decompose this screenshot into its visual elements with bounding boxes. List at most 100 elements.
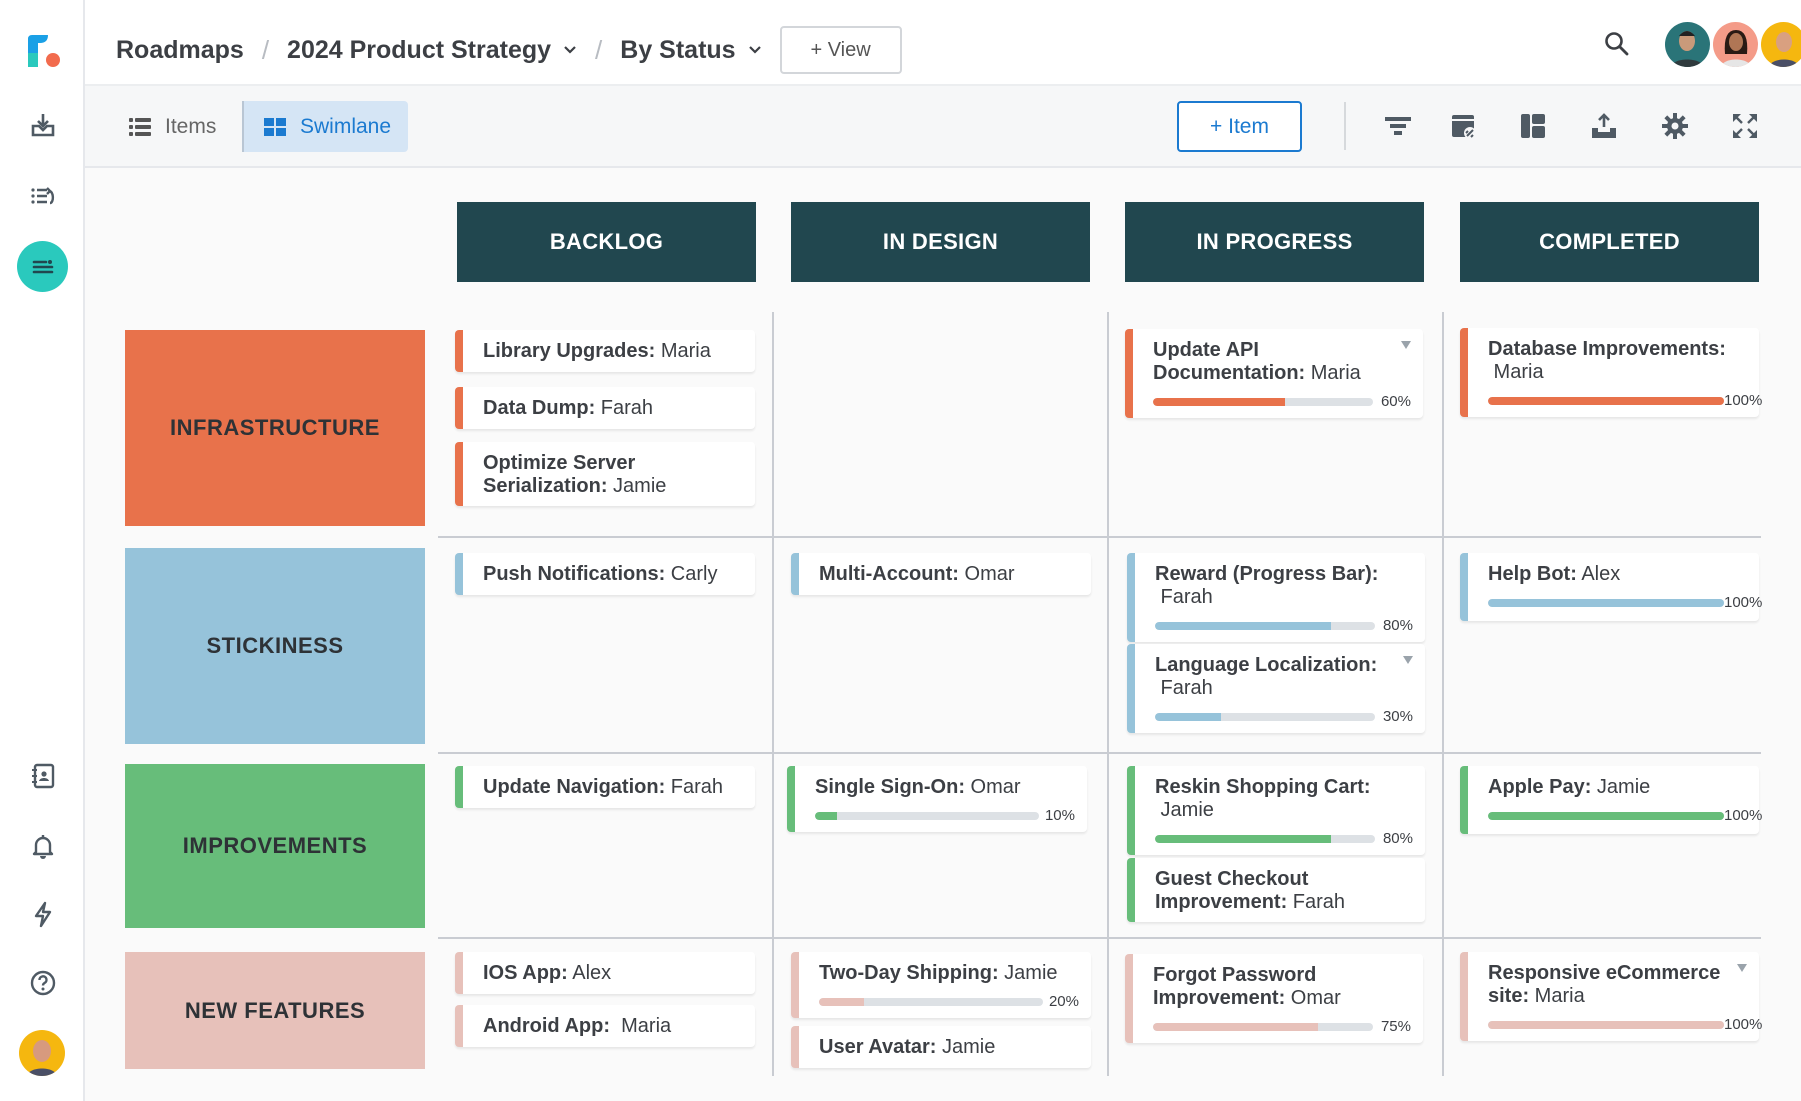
progress-bar-fill <box>1155 835 1331 843</box>
app-logo[interactable] <box>26 33 62 69</box>
roadmap-item-card[interactable]: Database Improvements: Maria100% <box>1460 328 1759 417</box>
card-dropdown-caret-icon[interactable] <box>1403 656 1413 664</box>
card-title: Guest Checkout Improvement: Farah <box>1155 868 1413 914</box>
card-title: User Avatar: Jamie <box>819 1036 1079 1059</box>
collaborators: + <box>1665 22 1801 67</box>
roadmap-item-card[interactable]: Single Sign-On: Omar 10% <box>787 766 1087 832</box>
collaborator-avatar[interactable] <box>1713 22 1758 67</box>
progress-row: 100% <box>1488 807 1747 824</box>
card-item-name: User Avatar: <box>819 1036 936 1058</box>
card-item-name: Reward (Progress Bar): <box>1155 563 1378 585</box>
user-avatar[interactable] <box>19 1030 65 1076</box>
roadmap-item-card[interactable]: IOS App: Alex <box>455 952 755 994</box>
card-owner: Jamie <box>1591 776 1650 798</box>
add-view-button[interactable]: + View <box>780 26 902 74</box>
card-title: Data Dump: Farah <box>483 397 743 420</box>
card-title: Database Improvements: Maria <box>1488 338 1747 384</box>
card-item-name: Update API Documentation: <box>1153 339 1305 384</box>
card-item-name: Database Improvements: <box>1488 338 1726 360</box>
row-divider <box>438 937 1761 939</box>
roadmap-item-card[interactable]: Forgot Password Improvement: Omar 75% <box>1125 954 1423 1043</box>
roadmap-item-card[interactable]: Two-Day Shipping: Jamie20% <box>791 952 1091 1018</box>
card-owner: Farah <box>1155 677 1213 699</box>
progress-percent: 75% <box>1381 1018 1411 1035</box>
roadmap-item-card[interactable]: Update API Documentation: Maria 60% <box>1125 329 1423 418</box>
roadmap-icon[interactable] <box>17 241 68 292</box>
roadmap-item-card[interactable]: Update Navigation: Farah <box>455 766 755 808</box>
roadmap-item-card[interactable]: Push Notifications: Carly <box>455 553 755 595</box>
tab-items[interactable]: Items <box>129 101 216 152</box>
list-icon <box>129 117 151 137</box>
card-item-name: IOS App: <box>483 962 568 984</box>
roadmap-item-card[interactable]: User Avatar: Jamie <box>791 1026 1091 1068</box>
lane-new-features: NEW FEATURES <box>125 952 425 1069</box>
roadmap-item-card[interactable]: Reskin Shopping Cart: Jamie80% <box>1127 766 1425 855</box>
card-title: Optimize Server Serialization: Jamie <box>483 452 743 498</box>
card-owner: Jamie <box>1155 799 1214 821</box>
filter-icon[interactable] <box>1382 110 1414 142</box>
roadmap-item-card[interactable]: Apple Pay: Jamie 100% <box>1460 766 1759 834</box>
progress-row: 10% <box>815 807 1075 824</box>
search-icon[interactable] <box>1603 30 1631 58</box>
tab-swimlane[interactable]: Swimlane <box>242 101 408 152</box>
card-dropdown-caret-icon[interactable] <box>1737 964 1747 972</box>
contacts-icon[interactable] <box>22 755 64 797</box>
card-item-name: Language Localization: <box>1155 654 1377 676</box>
linked-calendar-icon[interactable] <box>1448 110 1480 142</box>
card-item-name: Apple Pay: <box>1488 776 1591 798</box>
roadmap-item-card[interactable]: Language Localization: Farah30% <box>1127 644 1425 733</box>
roadmap-item-card[interactable]: Optimize Server Serialization: Jamie <box>455 442 755 506</box>
roadmap-item-card[interactable]: Library Upgrades: Maria <box>455 330 755 372</box>
card-dropdown-caret-icon[interactable] <box>1401 341 1411 349</box>
card-title: Forgot Password Improvement: Omar <box>1153 964 1411 1010</box>
help-icon[interactable] <box>22 962 64 1004</box>
lightning-icon[interactable] <box>22 893 64 935</box>
roadmap-item-card[interactable]: Responsive eCommerce site: Maria100% <box>1460 952 1759 1041</box>
card-title: Android App: Maria <box>483 1015 743 1038</box>
list-reorder-icon[interactable] <box>22 175 64 217</box>
breadcrumb-roadmap-name[interactable]: 2024 Product Strategy <box>287 36 551 65</box>
chevron-down-icon[interactable] <box>563 43 577 57</box>
progress-bar-fill <box>815 812 837 820</box>
roadmap-item-card[interactable]: Data Dump: Farah <box>455 387 755 429</box>
roadmap-item-card[interactable]: Help Bot: Alex100% <box>1460 553 1759 621</box>
add-item-button[interactable]: + Item <box>1177 101 1302 152</box>
export-icon[interactable] <box>1588 110 1620 142</box>
grid-icon <box>264 118 286 136</box>
card-owner: Farah <box>1287 891 1345 913</box>
roadmap-item-card[interactable]: Guest Checkout Improvement: Farah <box>1127 858 1425 922</box>
card-item-name: Update Navigation: <box>483 776 665 798</box>
card-item-name: Help Bot: <box>1488 563 1577 585</box>
card-item-name: Responsive eCommerce site: <box>1488 962 1720 1007</box>
layout-icon[interactable] <box>1517 110 1549 142</box>
roadmap-item-card[interactable]: Android App: Maria <box>455 1005 755 1047</box>
chevron-down-icon[interactable] <box>748 43 762 57</box>
column-divider <box>1107 312 1109 1076</box>
collaborator-avatar[interactable] <box>1665 22 1710 67</box>
settings-icon[interactable] <box>1659 110 1691 142</box>
card-title: Update API Documentation: Maria <box>1153 339 1411 385</box>
progress-percent: 80% <box>1383 617 1413 634</box>
progress-bar-fill <box>1488 599 1724 607</box>
breadcrumb-view-name[interactable]: By Status <box>620 36 735 65</box>
fullscreen-icon[interactable] <box>1729 110 1761 142</box>
progress-percent: 60% <box>1381 393 1411 410</box>
bell-icon[interactable] <box>22 825 64 867</box>
progress-percent: 80% <box>1383 830 1413 847</box>
import-icon[interactable] <box>22 104 64 146</box>
card-owner: Farah <box>595 397 653 419</box>
collaborator-avatar[interactable] <box>1761 22 1801 67</box>
progress-row: 100% <box>1488 1016 1747 1033</box>
roadmap-item-card[interactable]: Multi-Account: Omar <box>791 553 1091 595</box>
roadmap-item-card[interactable]: Reward (Progress Bar): Farah80% <box>1127 553 1425 642</box>
card-title: Single Sign-On: Omar <box>815 776 1075 799</box>
breadcrumb-roadmaps[interactable]: Roadmaps <box>116 36 244 65</box>
progress-percent: 100% <box>1724 807 1762 824</box>
card-item-name: Two-Day Shipping: <box>819 962 999 984</box>
progress-row: 75% <box>1153 1018 1411 1035</box>
card-owner: Jamie <box>999 962 1058 984</box>
card-title: Apple Pay: Jamie <box>1488 776 1747 799</box>
card-item-name: Multi-Account: <box>819 563 959 585</box>
progress-row: 80% <box>1155 830 1413 847</box>
toolbar-divider <box>1344 102 1346 150</box>
